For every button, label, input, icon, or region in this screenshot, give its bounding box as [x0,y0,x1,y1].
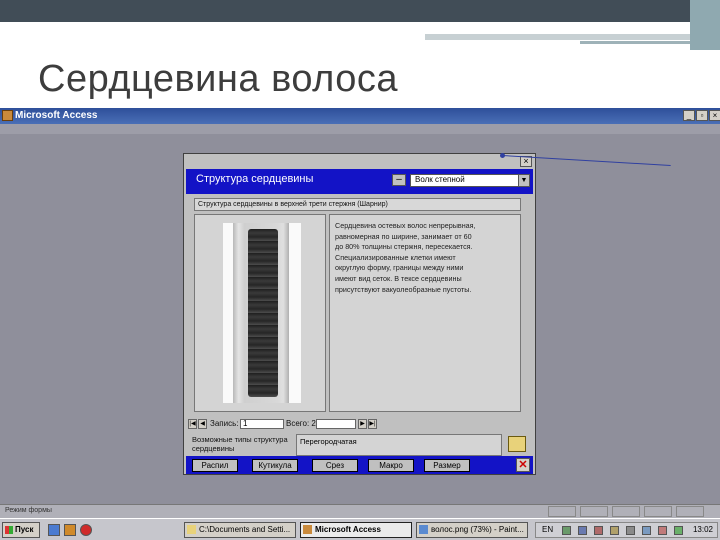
record-total-field [316,419,356,429]
taskbar: Пуск C:\Documents and Setti... Microsoft… [0,518,720,540]
medulla-types-label: Возможные типы структура сердцевины [192,435,288,453]
section-button[interactable]: Срез [312,459,358,472]
task-access[interactable]: Microsoft Access [300,522,412,538]
status-text: Режим формы [5,507,52,514]
exit-icon[interactable]: ✕ [516,458,530,472]
hair-structure-form: × Структура сердцевины – Волк степной ▼ … [183,153,536,475]
maximize-button[interactable]: ▫ [696,110,708,121]
tray-icon[interactable] [674,526,683,535]
app-titlebar: Microsoft Access _ ▫ × [0,108,720,124]
slide-header-accent [690,0,720,50]
first-record-button[interactable]: |◀ [188,419,197,429]
macro-button[interactable]: Макро [368,459,414,472]
minimize-button[interactable]: _ [683,110,695,121]
system-tray: EN 13:02 [535,522,718,538]
medulla-types-pane: Возможные типы структура сердцевины Пере… [186,431,533,459]
hair-micrograph-image [223,223,301,403]
description-text: Сердцевина остевых волос непрерывная, ра… [335,221,476,294]
chevron-down-icon[interactable]: ▼ [518,175,529,186]
language-indicator[interactable]: EN [542,525,553,534]
opera-icon[interactable] [80,524,92,536]
medulla-type-field[interactable]: Перегородчатая [296,434,502,456]
record-label: Запись: [210,419,239,428]
form-heading: Структура сердцевины [196,173,314,185]
photo-frame [194,214,326,412]
task-label: волос.png (73%) - Paint... [431,525,524,534]
form-content: Структура сердцевины в верхней трети сте… [186,194,533,418]
windows-logo-icon [5,526,13,534]
last-record-button[interactable]: ▶| [368,419,377,429]
paint-icon [419,525,428,534]
slide-header-line [580,41,690,44]
slide-header-bar [0,0,720,22]
access-app-icon [303,525,312,534]
status-bar: Режим формы [0,504,720,518]
tray-icon[interactable] [658,526,667,535]
task-label: C:\Documents and Setti... [199,525,291,534]
folder-icon[interactable] [508,436,526,452]
record-navigator: |◀ ◀ Запись: 1 Всего: 2 ▶ ▶| [186,418,533,430]
tray-icon[interactable] [626,526,635,535]
access-screenshot: Microsoft Access _ ▫ × × Структура сердц… [0,108,720,540]
slide-title: Сердцевина волоса [38,58,398,100]
size-button[interactable]: Размер [424,459,470,472]
clock: 13:02 [692,525,713,534]
record-number-field[interactable]: 1 [240,419,284,429]
action-button-bar: Распил Кутикула Срез Макро Размер ✕ [186,456,533,474]
app-toolbar-strip [0,124,720,134]
status-cell [612,506,640,517]
network-icon[interactable] [562,526,571,535]
start-button[interactable]: Пуск [2,522,40,538]
update-icon[interactable] [610,526,619,535]
app-title: Microsoft Access [15,110,98,121]
combo-collapse-button[interactable]: – [392,174,406,186]
form-header: Структура сердцевины – Волк степной ▼ [186,169,533,194]
speaker-icon[interactable] [578,526,587,535]
browser-icon[interactable] [64,524,76,536]
prev-record-button[interactable]: ◀ [198,419,207,429]
cuticle-button[interactable]: Кутикула [252,459,298,472]
status-cell [580,506,608,517]
structure-subtitle: Структура сердцевины в верхней трети сте… [194,198,521,211]
access-app-icon [2,110,13,121]
status-cell [644,506,672,517]
close-button[interactable]: × [709,110,720,121]
tray-icon[interactable] [642,526,651,535]
species-select-value: Волк степной [415,175,465,184]
desktop-icon[interactable] [48,524,60,536]
task-label: Microsoft Access [315,525,381,534]
species-select[interactable]: Волк степной ▼ [410,174,530,187]
antivirus-icon[interactable] [594,526,603,535]
task-explorer[interactable]: C:\Documents and Setti... [184,522,296,538]
description-box: Сердцевина остевых волос непрерывная, ра… [329,214,521,412]
folder-icon [187,525,196,534]
hair-medulla-graphic [248,229,278,397]
next-record-button[interactable]: ▶ [358,419,367,429]
record-total: Всего: 2 [286,419,316,428]
cut-button[interactable]: Распил [192,459,238,472]
status-cell [548,506,576,517]
slide-header-line [425,34,690,40]
status-cell [676,506,704,517]
task-paint[interactable]: волос.png (73%) - Paint... [416,522,528,538]
start-label: Пуск [15,525,34,534]
